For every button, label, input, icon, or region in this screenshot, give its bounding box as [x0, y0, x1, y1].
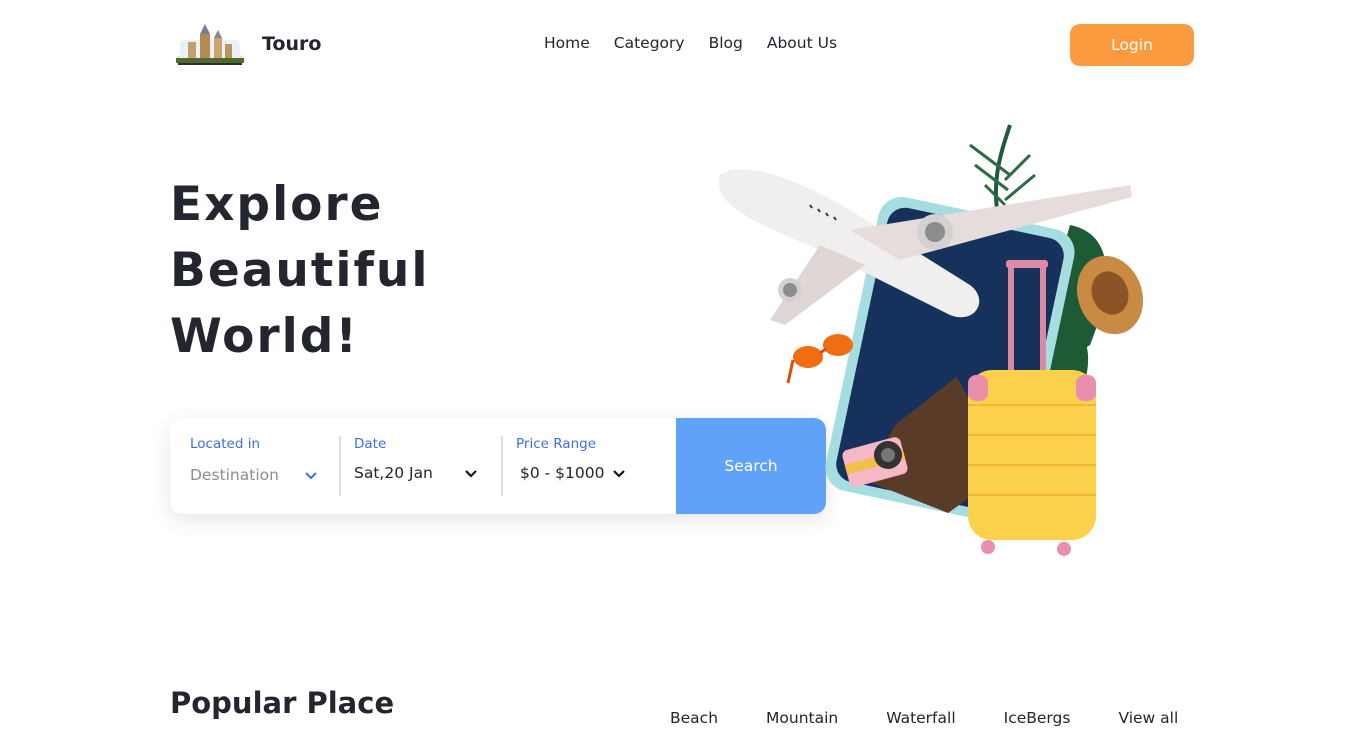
logo-castle-icon	[174, 18, 246, 68]
main-nav: Home Category Blog About Us	[544, 34, 861, 52]
popular-filters: Beach Mountain Waterfall IceBergs View a…	[670, 709, 1178, 727]
hero-title-line: World!	[170, 309, 359, 364]
chevron-down-icon[interactable]	[464, 466, 478, 480]
price-range-label: Price Range	[516, 436, 597, 452]
location-label: Located in	[190, 436, 261, 452]
popular-place-title: Popular Place	[170, 686, 395, 720]
date-value: Sat,20 Jan	[354, 464, 433, 482]
location-value: Destination	[190, 466, 279, 484]
logo[interactable]	[174, 18, 246, 68]
nav-home[interactable]: Home	[544, 34, 590, 52]
travel-illustration	[700, 115, 1160, 575]
hero-title-line: Explore	[170, 177, 384, 232]
filter-beach[interactable]: Beach	[670, 709, 718, 727]
date-field[interactable]: Date Sat,20 Jan	[339, 436, 501, 496]
nav-about-us[interactable]: About Us	[767, 34, 837, 52]
filter-waterfall[interactable]: Waterfall	[886, 709, 955, 727]
filter-icebergs[interactable]: IceBergs	[1004, 709, 1071, 727]
price-range-value: $0 - $1000	[520, 464, 605, 482]
hero-title-line: Beautiful	[170, 243, 430, 298]
view-all-link[interactable]: View all	[1118, 709, 1178, 727]
chevron-down-icon[interactable]	[304, 468, 318, 482]
sunglasses-icon	[786, 334, 853, 384]
nav-blog[interactable]: Blog	[709, 34, 743, 52]
chevron-down-icon[interactable]	[612, 466, 626, 480]
nav-category[interactable]: Category	[614, 34, 685, 52]
price-range-field[interactable]: Price Range $0 - $1000	[501, 436, 676, 496]
filter-mountain[interactable]: Mountain	[766, 709, 838, 727]
date-label: Date	[354, 436, 387, 452]
hero-title: Explore Beautiful World!	[170, 172, 590, 370]
brand-name[interactable]: Touro	[262, 33, 321, 55]
login-button[interactable]: Login	[1070, 24, 1194, 66]
location-field[interactable]: Located in Destination	[170, 418, 339, 514]
